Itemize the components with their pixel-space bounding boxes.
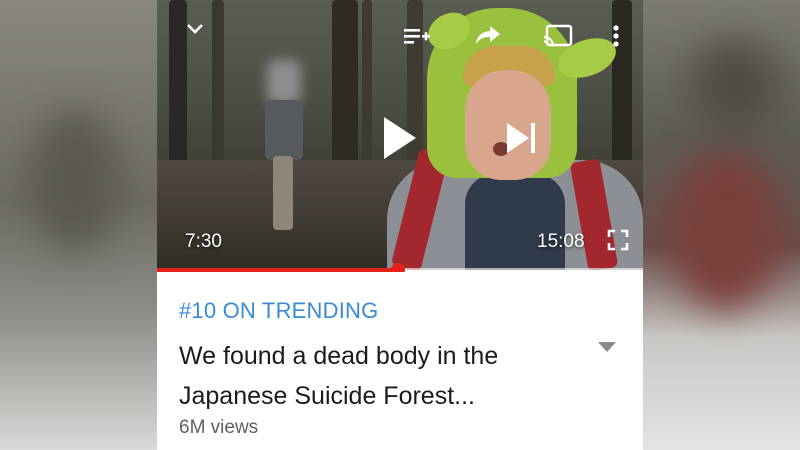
- trending-badge[interactable]: #10 ON TRENDING: [179, 298, 378, 324]
- video-title-line-2: Japanese Suicide Forest...: [179, 382, 475, 410]
- duration: 15:08: [537, 231, 585, 252]
- expand-caret-icon[interactable]: [597, 340, 621, 356]
- youtube-app-screen: 7:30 15:08 #10 ON TRENDING We found a de…: [157, 0, 643, 450]
- video-title-line-1: We found a dead body in the: [179, 342, 499, 370]
- add-to-queue-icon[interactable]: [401, 24, 433, 50]
- play-icon[interactable]: [379, 112, 421, 164]
- video-info-panel: #10 ON TRENDING We found a dead body in …: [157, 272, 643, 450]
- skip-next-icon[interactable]: [503, 118, 539, 158]
- current-time: 7:30: [185, 231, 222, 252]
- share-icon[interactable]: [473, 22, 503, 48]
- fullscreen-icon[interactable]: [603, 226, 633, 254]
- video-title[interactable]: We found a dead body in the Japanese Sui…: [179, 336, 589, 416]
- view-count: 6M views: [179, 417, 259, 438]
- cast-icon[interactable]: [541, 22, 575, 50]
- more-vert-icon[interactable]: [607, 22, 625, 50]
- chevron-down-icon[interactable]: [181, 18, 209, 40]
- video-player[interactable]: 7:30 15:08: [157, 0, 643, 270]
